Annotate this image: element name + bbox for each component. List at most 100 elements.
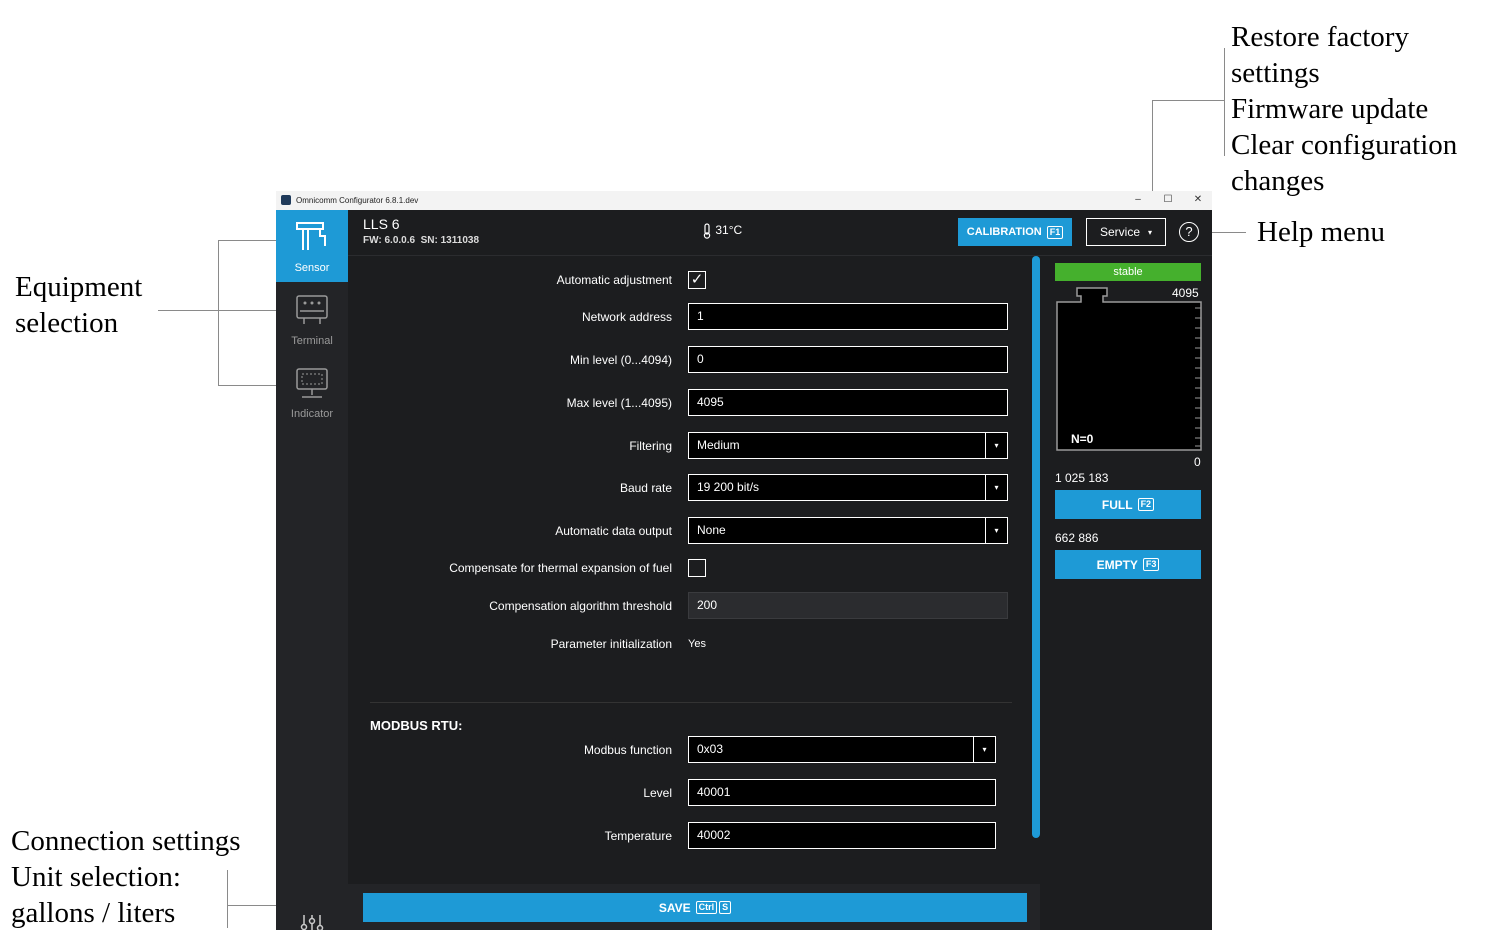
maximize-button[interactable]: ☐	[1158, 193, 1178, 207]
thermometer-icon	[703, 223, 711, 239]
calibration-shortcut: F1	[1046, 225, 1064, 239]
modbus-function-value: 0x03	[697, 742, 724, 756]
save-shortcut-s: S	[719, 901, 732, 914]
app-window: Omnicomm Configurator 6.8.1.dev – ☐ ✕ Se…	[276, 191, 1212, 930]
field-label: Network address	[581, 310, 672, 324]
indicator-icon	[296, 368, 328, 398]
full-label: FULL	[1101, 497, 1133, 512]
empty-label: EMPTY	[1096, 557, 1138, 572]
service-leader-h	[1152, 100, 1225, 101]
form-scrollbar[interactable]	[1032, 256, 1040, 838]
filtering-value: Medium	[697, 438, 740, 452]
field-label: Modbus function	[583, 743, 672, 757]
firmware-version: FW: 6.0.0.6	[363, 235, 416, 246]
temperature-value: 31°C	[715, 223, 743, 238]
baud-rate-select[interactable]: 19 200 bit/s ▾	[688, 474, 1008, 501]
field-label: Baud rate	[619, 481, 672, 495]
window-title: Omnicomm Configurator 6.8.1.dev	[296, 196, 419, 205]
help-icon[interactable]: ?	[1179, 222, 1199, 242]
field-label: Min level (0...4094)	[569, 353, 672, 367]
modbus-section-title: MODBUS RTU:	[370, 718, 463, 733]
close-button[interactable]: ✕	[1188, 193, 1208, 207]
dropdown-arrow-icon[interactable]: ▾	[973, 737, 995, 762]
modbus-level-input[interactable]: 40001	[688, 779, 996, 806]
network-address-input[interactable]: 1	[688, 303, 1008, 330]
full-button[interactable]: FULL F2	[1055, 490, 1201, 519]
dropdown-arrow-icon[interactable]: ▾	[985, 518, 1007, 543]
equipment-annotation: Equipment selection	[15, 271, 143, 339]
save-shortcut-ctrl: Ctrl	[695, 901, 718, 914]
service-menu-button[interactable]: Service ▾	[1086, 218, 1166, 246]
section-divider	[370, 702, 1012, 703]
tank-zero-label: 0	[1194, 455, 1201, 469]
modbus-function-select[interactable]: 0x03 ▾	[688, 736, 996, 763]
temperature-readout: 31°C	[702, 223, 742, 239]
field-label: Parameter initialization	[550, 637, 672, 651]
sidebar-item-sensor[interactable]: Sensor	[276, 210, 348, 282]
filtering-select[interactable]: Medium ▾	[688, 432, 1008, 459]
sidebar-item-label: Terminal	[291, 335, 333, 347]
calibration-button[interactable]: CALIBRATION F1	[958, 218, 1072, 246]
max-level-input[interactable]: 4095	[688, 389, 1008, 416]
help-menu-annotation: Help menu	[1257, 216, 1386, 248]
serial-number: SN: 1311038	[420, 235, 480, 246]
dropdown-arrow-icon[interactable]: ▾	[985, 475, 1007, 500]
field-label: Temperature	[604, 829, 672, 843]
field-label: Compensation algorithm threshold	[489, 599, 672, 613]
auto-adjust-checkbox[interactable]: ✓	[688, 271, 706, 289]
settings-sliders-icon[interactable]	[300, 913, 324, 930]
tank-gauge	[1056, 287, 1202, 451]
min-level-input[interactable]: 0	[688, 346, 1008, 373]
app-icon	[281, 195, 291, 205]
equipment-bracket	[218, 240, 219, 385]
sidebar-item-label: Sensor	[294, 262, 330, 274]
modbus-temperature-input[interactable]: 40002	[688, 822, 996, 849]
field-label: Level	[643, 786, 672, 800]
device-name: LLS 6	[363, 216, 400, 232]
dropdown-arrow-icon[interactable]: ▾	[985, 433, 1007, 458]
sensor-icon	[296, 222, 326, 250]
save-label: SAVE	[658, 900, 691, 915]
field-label: Max level (1...4095)	[566, 396, 672, 410]
equipment-leader-h	[158, 310, 218, 311]
save-bar: SAVE Ctrl S	[348, 884, 1040, 930]
baud-rate-value: 19 200 bit/s	[697, 480, 760, 494]
full-value: 1 025 183	[1055, 471, 1109, 485]
auto-output-value: None	[697, 523, 726, 537]
param-init-value: Yes	[688, 638, 706, 650]
field-label: Automatic data output	[555, 524, 672, 538]
sidebar-item-label: Indicator	[290, 408, 334, 420]
calibration-label: CALIBRATION	[966, 226, 1042, 238]
equipment-leader-top	[218, 240, 276, 241]
minimize-button[interactable]: –	[1128, 193, 1148, 207]
chevron-down-icon: ▾	[1148, 227, 1153, 237]
sidebar-item-terminal[interactable]: Terminal	[276, 283, 348, 355]
service-label: Service	[1099, 225, 1140, 239]
connection-annotation: Connection settings Unit selection: gall…	[11, 825, 241, 929]
field-label: Filtering	[629, 439, 672, 453]
title-bar: Omnicomm Configurator 6.8.1.dev – ☐ ✕	[276, 191, 1212, 210]
compensate-checkbox[interactable]	[688, 559, 706, 577]
connection-bracket	[227, 870, 228, 928]
save-button[interactable]: SAVE Ctrl S	[363, 893, 1027, 922]
device-info: FW: 6.0.0.6 SN: 1311038	[363, 235, 479, 246]
field-label: Automatic adjustment	[556, 273, 672, 287]
level-panel: stable 4095 N=0 0 1 025 183 FULL F2 662 …	[1041, 256, 1212, 930]
terminal-icon	[296, 295, 328, 324]
empty-shortcut: F3	[1142, 558, 1160, 571]
service-leader-v1	[1224, 48, 1225, 156]
full-shortcut: F2	[1137, 498, 1155, 511]
equipment-sidebar: Sensor Terminal Indicator	[276, 210, 348, 930]
header: LLS 6 FW: 6.0.0.6 SN: 1311038 31°C CALIB…	[348, 210, 1212, 256]
tank-max-label: 4095	[1172, 286, 1199, 300]
status-badge: stable	[1055, 263, 1201, 281]
help-leader	[1206, 232, 1246, 233]
empty-button[interactable]: EMPTY F3	[1055, 550, 1201, 579]
sidebar-item-indicator[interactable]: Indicator	[276, 356, 348, 428]
field-label: Compensate for thermal expansion of fuel	[449, 561, 672, 575]
service-menu-annotation: Restore factory settings Firmware update…	[1231, 21, 1458, 197]
auto-output-select[interactable]: None ▾	[688, 517, 1008, 544]
settings-form: Automatic adjustment ✓ Network address 1…	[348, 256, 1040, 930]
comp-threshold-input: 200	[688, 592, 1008, 619]
empty-value: 662 886	[1055, 531, 1099, 545]
